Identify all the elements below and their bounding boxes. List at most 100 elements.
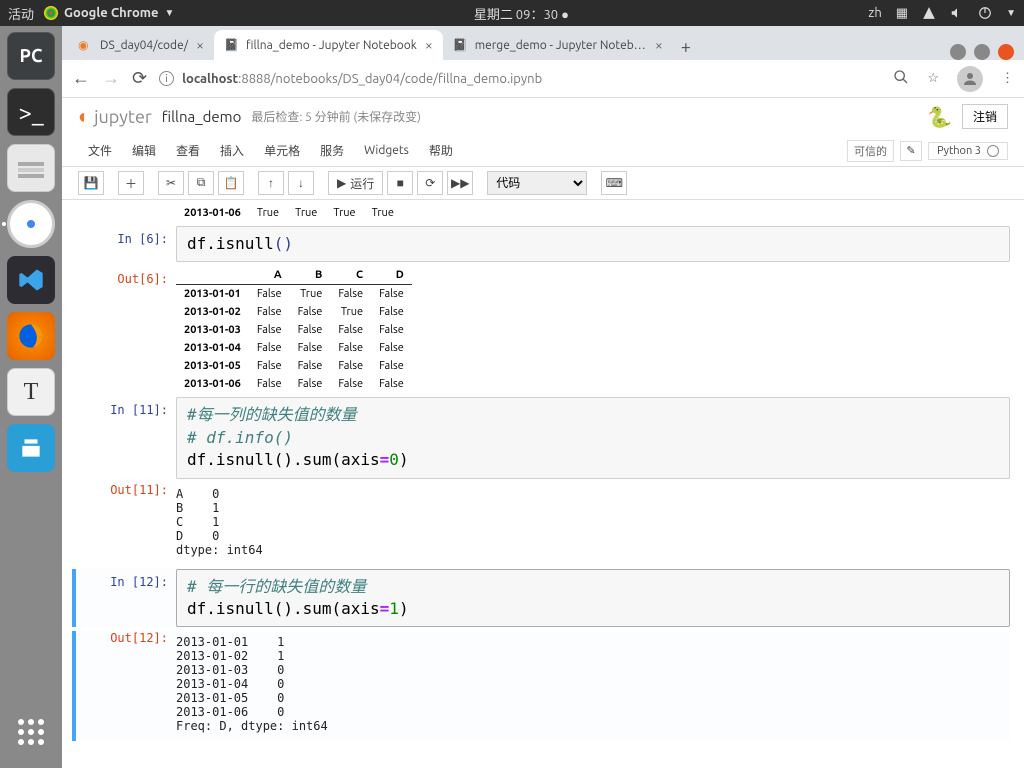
in-prompt: In [12]: (76, 569, 176, 628)
run-button[interactable]: ▶ 运行 (328, 171, 383, 195)
menu-cell[interactable]: 单元格 (254, 138, 310, 163)
browser-tab[interactable]: ◉ DS_day04/code/ × (68, 30, 214, 60)
save-button[interactable]: 💾 (78, 171, 104, 195)
system-menu-chevron[interactable]: ▼ (1006, 7, 1016, 19)
lang-indicator[interactable]: zh (868, 6, 881, 20)
menu-widgets[interactable]: Widgets (354, 140, 419, 161)
clock[interactable]: 星期二 09：30 ● (474, 8, 569, 22)
output-cell: Out[12]: 2013-01-01 1 2013-01-02 1 2013-… (72, 631, 1010, 741)
ubuntu-topbar: 活动 Google Chrome ▼ 星期二 09：30 ● zh ▦ ▼ (0, 0, 1024, 26)
new-tab-button[interactable]: + (673, 34, 699, 60)
text-output: A 0 B 1 C 1 D 0 dtype: int64 (176, 483, 1010, 565)
jupyter-app: ◐jupyter fillna_demo 最后检查: 5 分钟前 (未保存改变)… (62, 98, 1024, 768)
interrupt-button[interactable]: ■ (387, 171, 413, 195)
search-icon[interactable] (893, 69, 909, 88)
restart-button[interactable]: ⟳ (417, 171, 443, 195)
table-row: 2013-01-04FalseFalseFalseFalse (176, 339, 412, 357)
trusted-indicator[interactable]: 可信的 (847, 140, 894, 162)
output-cell: Out[11]: A 0 B 1 C 1 D 0 dtype: int64 (76, 483, 1010, 565)
address-bar[interactable]: i localhost:8888/notebooks/DS_day04/code… (159, 71, 881, 86)
close-icon[interactable]: × (196, 37, 204, 53)
chrome-icon: Google Chrome ▼ (44, 6, 174, 20)
close-icon[interactable]: × (425, 37, 433, 53)
chrome-menu-icon[interactable]: ⋮ (1001, 71, 1014, 86)
ubuntu-launcher: PC >_ T (0, 26, 62, 768)
notebook-scroll[interactable]: 2013-01-06 True True True True In [6]: (62, 200, 1024, 760)
profile-avatar[interactable] (957, 66, 983, 92)
launcher-chrome[interactable] (7, 200, 55, 248)
cut-button[interactable]: ✂ (158, 171, 184, 195)
restart-run-all-button[interactable]: ▶▶ (447, 171, 473, 195)
notebook-favicon: 📓 (453, 38, 467, 52)
logout-button[interactable]: 注销 (962, 104, 1008, 129)
table-row: 2013-01-03FalseFalseFalseFalse (176, 321, 412, 339)
kernel-status-icon (987, 145, 999, 157)
notebook-favicon: 📓 (224, 38, 238, 52)
copy-button[interactable]: ⧉ (188, 171, 214, 195)
in-prompt: In [11]: (76, 397, 176, 478)
table-row: 2013-01-06 True True True True (176, 204, 402, 222)
code-input[interactable]: # 每一行的缺失值的数量 df.isnull().sum(axis=1) (176, 569, 1010, 628)
chrome-window: ◉ DS_day04/code/ × 📓 fillna_demo - Jupyt… (62, 26, 1024, 768)
code-input[interactable]: #每一列的缺失值的数量 # df.info() df.isnull().sum(… (176, 397, 1010, 478)
browser-tab[interactable]: 📓 fillna_demo - Jupyter Notebook × (214, 30, 443, 60)
volume-icon[interactable] (950, 6, 964, 20)
site-info-icon[interactable]: i (159, 71, 174, 86)
jupyter-favicon: ◉ (78, 38, 92, 52)
launcher-text-editor[interactable]: T (7, 368, 55, 416)
launcher-vscode[interactable] (7, 256, 55, 304)
jupyter-logo[interactable]: ◐jupyter (78, 104, 152, 129)
jupyter-toolbar: 💾 ＋ ✂ ⧉ 📋 ↑ ↓ ▶ 运行 ■ ⟳ ▶▶ 代码 ⌨ (62, 167, 1024, 200)
close-icon[interactable]: × (655, 37, 663, 53)
launcher-app[interactable] (7, 424, 55, 472)
dataframe-table: 2013-01-06 True True True True (176, 204, 402, 222)
browser-tab[interactable]: 📓 merge_demo - Jupyter Notebook × (443, 30, 673, 60)
out-prompt: Out[6]: (76, 266, 176, 393)
launcher-apps-grid[interactable] (7, 708, 55, 756)
window-close[interactable] (998, 44, 1014, 60)
back-button[interactable]: ← (72, 68, 90, 89)
menu-edit[interactable]: 编辑 (122, 138, 166, 163)
tray-icon[interactable]: ▦ (896, 6, 908, 21)
code-cell-selected[interactable]: In [12]: # 每一行的缺失值的数量 df.isnull().sum(ax… (72, 569, 1010, 628)
move-down-button[interactable]: ↓ (288, 171, 314, 195)
window-minimize[interactable] (950, 44, 966, 60)
launcher-files[interactable] (7, 144, 55, 192)
menu-view[interactable]: 查看 (166, 138, 210, 163)
move-up-button[interactable]: ↑ (258, 171, 284, 195)
power-icon[interactable] (978, 6, 992, 20)
command-palette-button[interactable]: ⌨ (601, 171, 627, 195)
python-icon: 🐍 (927, 105, 952, 129)
code-cell[interactable]: In [11]: #每一列的缺失值的数量 # df.info() df.isnu… (76, 397, 1010, 478)
code-cell[interactable]: In [6]: df.isnull() (76, 226, 1010, 262)
edit-icon[interactable]: ✎ (900, 141, 922, 161)
dataframe-table: ABCD2013-01-01FalseTrueFalseFalse2013-01… (176, 266, 412, 393)
bookmark-icon[interactable]: ☆ (927, 71, 939, 86)
output-cell-partial: 2013-01-06 True True True True (76, 204, 1010, 222)
launcher-pycharm[interactable]: PC (7, 32, 55, 80)
table-row: 2013-01-02FalseFalseTrueFalse (176, 303, 412, 321)
forward-button[interactable]: → (102, 68, 120, 89)
window-maximize[interactable] (974, 44, 990, 60)
in-prompt: In [6]: (76, 226, 176, 262)
cell-type-select[interactable]: 代码 (487, 171, 587, 195)
out-prompt: Out[11]: (76, 483, 176, 565)
chrome-toolbar: ← → ⟳ i localhost:8888/notebooks/DS_day0… (62, 60, 1024, 98)
menu-kernel[interactable]: 服务 (310, 138, 354, 163)
kernel-indicator[interactable]: Python 3 (928, 142, 1008, 160)
menu-insert[interactable]: 插入 (210, 138, 254, 163)
jupyter-menubar: 文件 编辑 查看 插入 单元格 服务 Widgets 帮助 可信的 ✎ Pyth… (62, 135, 1024, 167)
launcher-firefox[interactable] (7, 312, 55, 360)
activities-label[interactable]: 活动 (8, 4, 34, 23)
jupyter-header: ◐jupyter fillna_demo 最后检查: 5 分钟前 (未保存改变)… (62, 98, 1024, 135)
notebook-title[interactable]: fillna_demo (162, 108, 242, 125)
menu-file[interactable]: 文件 (78, 138, 122, 163)
network-icon[interactable] (922, 6, 936, 20)
code-input[interactable]: df.isnull() (176, 226, 1010, 262)
reload-button[interactable]: ⟳ (132, 68, 147, 89)
menu-help[interactable]: 帮助 (419, 138, 463, 163)
launcher-terminal[interactable]: >_ (7, 88, 55, 136)
add-cell-button[interactable]: ＋ (118, 171, 144, 195)
paste-button[interactable]: 📋 (218, 171, 244, 195)
table-row: 2013-01-06FalseFalseFalseFalse (176, 375, 412, 393)
